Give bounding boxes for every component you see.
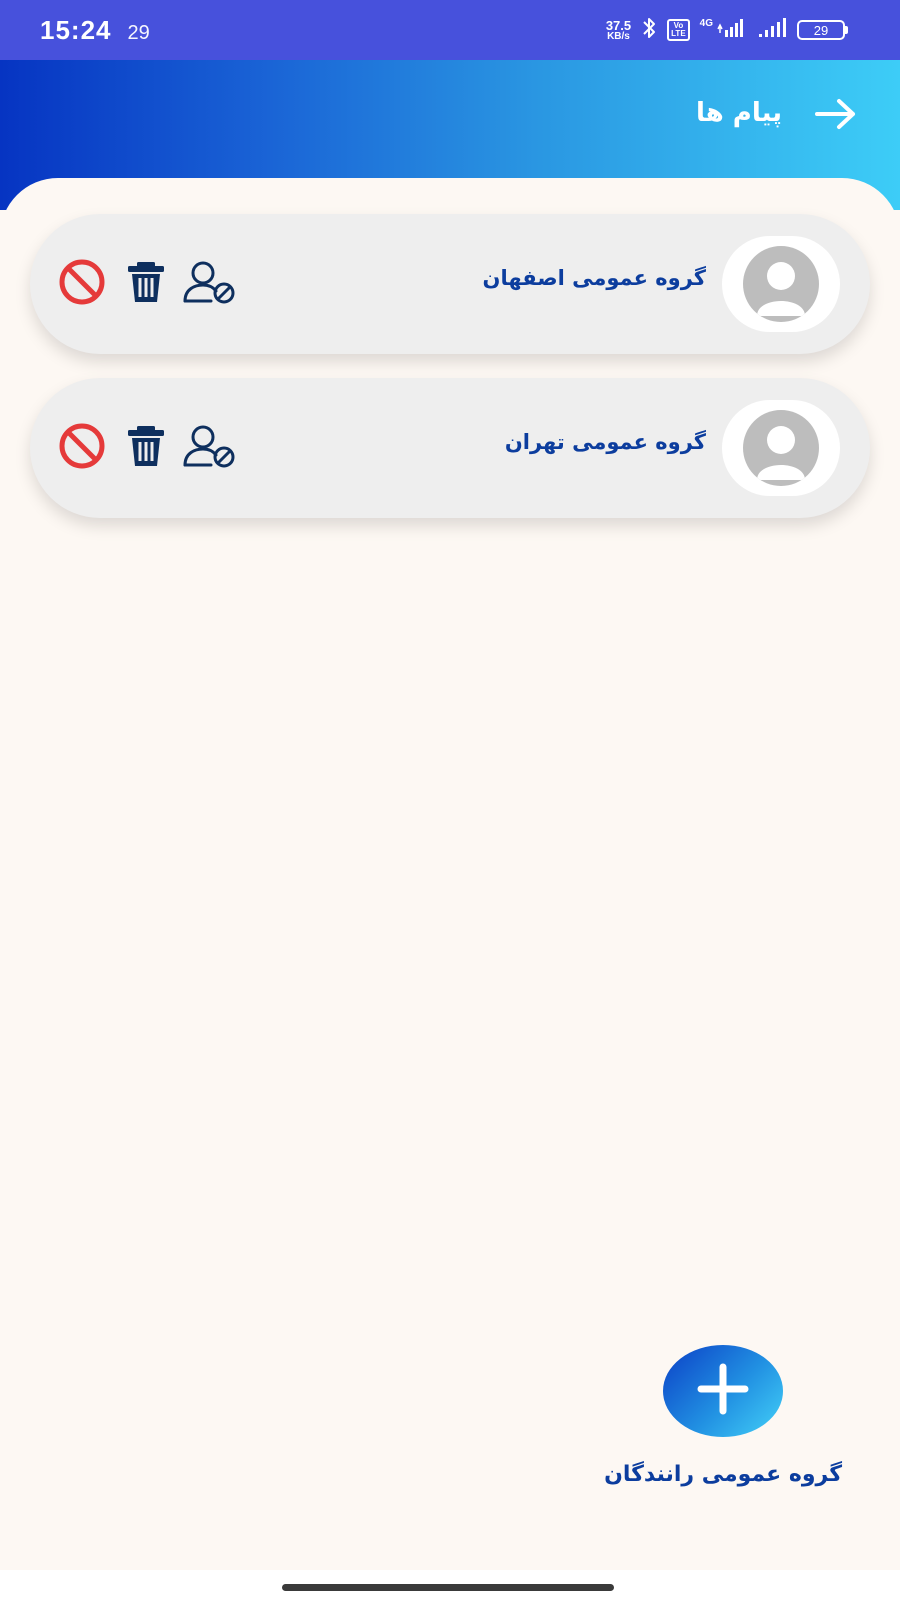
- plus-icon: [695, 1361, 751, 1421]
- battery-icon: 29: [797, 20, 848, 40]
- block-user-button[interactable]: [183, 424, 235, 472]
- back-button[interactable]: [812, 96, 860, 136]
- delete-button[interactable]: [122, 424, 170, 472]
- network-speed-value: 37.5: [605, 17, 632, 33]
- status-bar: 15:24 29 37.5 KB/s Vo LTE 4G 29: [0, 0, 900, 60]
- block-user-icon: [181, 423, 239, 473]
- battery-level: 29: [797, 20, 845, 40]
- network-speed: 37.5 KB/s: [606, 19, 631, 42]
- block-user-button[interactable]: [183, 260, 235, 308]
- add-group-button[interactable]: [663, 1345, 783, 1437]
- ban-icon: [58, 258, 106, 310]
- signal-icon-2: [757, 17, 787, 43]
- network-speed-unit: KB/s: [607, 30, 630, 42]
- delete-icon: [124, 424, 168, 472]
- avatar-ring: [722, 236, 840, 332]
- card-actions: [58, 422, 235, 474]
- network-type: 4G: [699, 17, 713, 29]
- group-card[interactable]: گروه عمومی تهران: [30, 378, 870, 518]
- add-group-label[interactable]: گروه عمومی رانندگان: [604, 1462, 842, 1487]
- bluetooth-icon: [641, 16, 657, 44]
- volte-icon: Vo LTE: [667, 19, 690, 41]
- card-actions: [58, 258, 235, 310]
- default-avatar-icon: [743, 410, 819, 486]
- group-name: گروه عمومی تهران: [504, 430, 706, 454]
- arrow-right-icon: [813, 97, 859, 135]
- group-card[interactable]: گروه عمومی اصفهان: [30, 214, 870, 354]
- ban-button[interactable]: [58, 258, 106, 310]
- page-title: پیام ها: [695, 98, 782, 128]
- ban-icon: [58, 422, 106, 474]
- status-time: 15:24: [40, 14, 112, 45]
- ban-button[interactable]: [58, 422, 106, 474]
- volte-line-2: LTE: [671, 29, 686, 38]
- group-name: گروه عمومی اصفهان: [482, 266, 706, 290]
- notification-count: 29: [127, 21, 150, 44]
- default-avatar-icon: [743, 246, 819, 322]
- signal-icon: [717, 17, 747, 43]
- delete-button[interactable]: [122, 260, 170, 308]
- home-indicator[interactable]: [282, 1584, 614, 1591]
- system-nav-bar: [0, 1570, 900, 1600]
- avatar-ring: [722, 400, 840, 496]
- delete-icon: [124, 260, 168, 308]
- block-user-icon: [181, 259, 239, 309]
